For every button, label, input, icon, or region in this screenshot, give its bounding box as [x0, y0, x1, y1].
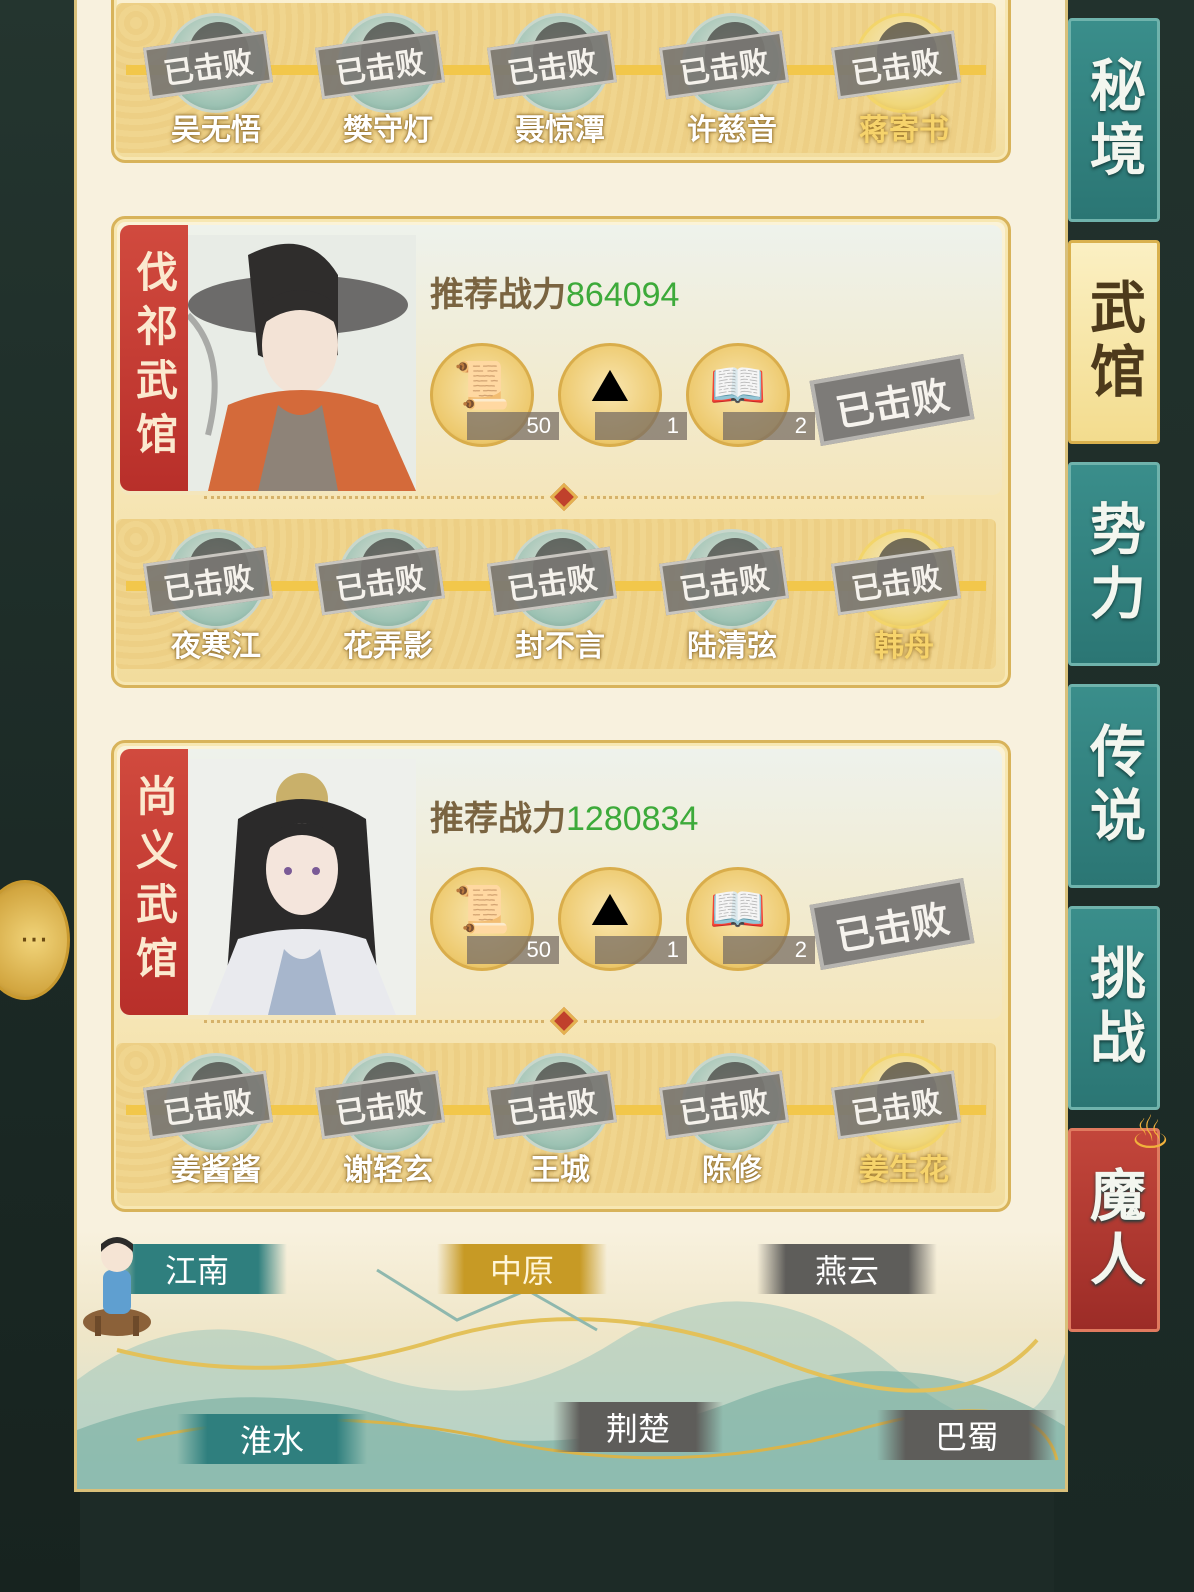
tab-label: 传说	[1080, 722, 1147, 850]
reward-item[interactable]: ⛰ 1	[558, 867, 687, 971]
hall-master-portrait[interactable]	[188, 759, 416, 1015]
member-slot[interactable]: 已击败 樊守灯	[314, 13, 458, 153]
region-bashu[interactable]: 巴蜀	[877, 1410, 1057, 1460]
hall-card-top: 已击败 吴无悟 已击败 樊守灯 已击败 聂惊潭 已击败 许慈音 已击败 蒋寄书	[111, 0, 1011, 163]
hall-card: 尚义武馆 推荐战力1280834 📜 50 ⛰ 1 📖 2 已击败 已击败 姜酱…	[111, 740, 1011, 1212]
tab-wuguan[interactable]: 武馆	[1068, 240, 1160, 444]
hall-name: 伐祁武馆	[129, 250, 179, 466]
powder-icon: ⛰	[590, 882, 630, 936]
region-zhongyuan[interactable]: 中原	[437, 1244, 607, 1294]
power-value: 864094	[566, 276, 680, 314]
member-strip: 已击败 夜寒江 已击败 花弄影 已击败 封不言 已击败 陆清弦 已击败 韩舟	[116, 519, 996, 669]
tab-label: 秘境	[1080, 56, 1147, 184]
tab-shili[interactable]: 势力	[1068, 462, 1160, 666]
reward-item[interactable]: 📖 2	[686, 867, 815, 971]
member-slot[interactable]: 已击败 聂惊潭	[486, 13, 630, 153]
divider-gem-icon	[549, 482, 579, 512]
member-name: 封不言	[515, 630, 605, 663]
powder-icon: ⛰	[590, 358, 630, 412]
member-name: 花弄影	[343, 630, 433, 663]
reward-count: 50	[467, 936, 559, 964]
left-background	[0, 0, 80, 1592]
reward-list: 📜 50 ⛰ 1 📖 2	[430, 343, 815, 453]
power-label: 推荐战力	[430, 276, 566, 314]
hall-name: 尚义武馆	[129, 774, 179, 990]
member-name: 聂惊潭	[515, 114, 605, 147]
scroll-icon: 📜	[453, 358, 511, 412]
member-slot[interactable]: 已击败 陈修	[658, 1053, 802, 1193]
hall-master-portrait[interactable]	[188, 235, 416, 491]
tab-tiaozhan[interactable]: 挑战	[1068, 906, 1160, 1110]
region-map: 江南 中原 燕云 淮水 荆楚 巴蜀	[77, 1230, 1065, 1489]
reward-count: 50	[467, 412, 559, 440]
hall-name-tag: 伐祁武馆	[120, 225, 188, 491]
member-name: 吴无悟	[171, 114, 261, 147]
hall-defeated-stamp: 已击败	[809, 353, 975, 447]
region-huaishui[interactable]: 淮水	[177, 1414, 367, 1464]
reward-item[interactable]: 📖 2	[686, 343, 815, 447]
book-icon: 📖	[709, 358, 767, 412]
tab-label: 魔人	[1080, 1166, 1147, 1294]
member-name: 夜寒江	[171, 630, 261, 663]
divider-gem-icon	[549, 1006, 579, 1036]
divider	[204, 1006, 924, 1036]
region-yanyun[interactable]: 燕云	[757, 1244, 937, 1294]
member-name: 陆清弦	[687, 630, 777, 663]
reward-item[interactable]: ⛰ 1	[558, 343, 687, 447]
reward-item[interactable]: 📜 50	[430, 343, 559, 447]
member-slot[interactable]: 已击败 许慈音	[658, 13, 802, 153]
recommended-power: 推荐战力1280834	[430, 791, 698, 840]
member-name: 韩舟	[874, 630, 934, 663]
region-jingchu[interactable]: 荆楚	[553, 1402, 723, 1452]
member-name: 许慈音	[687, 114, 777, 147]
divider	[204, 482, 924, 512]
member-slot[interactable]: 已击败 谢轻玄	[314, 1053, 458, 1193]
hall-name-tag: 尚义武馆	[120, 749, 188, 1015]
member-slot[interactable]: 已击败 陆清弦	[658, 529, 802, 669]
recommended-power: 推荐战力864094	[430, 267, 679, 316]
member-strip: 已击败 吴无悟 已击败 樊守灯 已击败 聂惊潭 已击败 许慈音 已击败 蒋寄书	[116, 3, 996, 153]
power-label: 推荐战力	[430, 800, 566, 838]
reward-item[interactable]: 📜 50	[430, 867, 559, 971]
member-slot[interactable]: 已击败 姜酱酱	[142, 1053, 286, 1193]
member-name: 王城	[530, 1154, 590, 1187]
player-rider-icon	[83, 1237, 151, 1336]
hall-card: 伐祁武馆 推荐战力864094 📜 50 ⛰ 1 📖 2 已击败 已击败 夜寒江…	[111, 216, 1011, 688]
reward-count: 1	[595, 936, 687, 964]
hall-header: 伐祁武馆 推荐战力864094 📜 50 ⛰ 1 📖 2 已击败	[120, 225, 1002, 495]
member-name: 谢轻玄	[343, 1154, 433, 1187]
member-name: 姜生花	[859, 1154, 949, 1187]
tab-chuanshuo[interactable]: 传说	[1068, 684, 1160, 888]
hall-defeated-stamp: 已击败	[809, 877, 975, 971]
tab-label: 挑战	[1080, 944, 1147, 1072]
tab-mijing[interactable]: 秘境	[1068, 18, 1160, 222]
member-name: 蒋寄书	[859, 114, 949, 147]
reward-count: 1	[595, 412, 687, 440]
main-panel: 已击败 吴无悟 已击败 樊守灯 已击败 聂惊潭 已击败 许慈音 已击败 蒋寄书 …	[74, 0, 1068, 1492]
tab-label: 势力	[1080, 500, 1147, 628]
member-slot[interactable]: 已击败 花弄影	[314, 529, 458, 669]
member-slot[interactable]: 已击败 封不言	[486, 529, 630, 669]
reward-list: 📜 50 ⛰ 1 📖 2	[430, 867, 815, 977]
member-slot[interactable]: 已击败 吴无悟	[142, 13, 286, 153]
member-slot-boss[interactable]: 已击败 蒋寄书	[830, 13, 974, 153]
member-slot-boss[interactable]: 已击败 韩舟	[830, 529, 974, 669]
tab-moren[interactable]: ♨ 魔人	[1068, 1105, 1171, 1332]
member-name: 陈修	[702, 1154, 762, 1187]
power-value: 1280834	[566, 800, 699, 838]
hall-header: 尚义武馆 推荐战力1280834 📜 50 ⛰ 1 📖 2 已击败	[120, 749, 1002, 1019]
member-name: 樊守灯	[343, 114, 433, 147]
tab-label: 武馆	[1080, 278, 1147, 406]
reward-count: 2	[723, 936, 815, 964]
member-slot-boss[interactable]: 已击败 姜生花	[830, 1053, 974, 1193]
demon-flame-icon: ♨	[1129, 1105, 1171, 1159]
member-strip: 已击败 姜酱酱 已击败 谢轻玄 已击败 王城 已击败 陈修 已击败 姜生花	[116, 1043, 996, 1193]
book-icon: 📖	[709, 882, 767, 936]
scroll-icon: 📜	[453, 882, 511, 936]
member-slot[interactable]: 已击败 王城	[486, 1053, 630, 1193]
reward-count: 2	[723, 412, 815, 440]
member-slot[interactable]: 已击败 夜寒江	[142, 529, 286, 669]
member-name: 姜酱酱	[171, 1154, 261, 1187]
